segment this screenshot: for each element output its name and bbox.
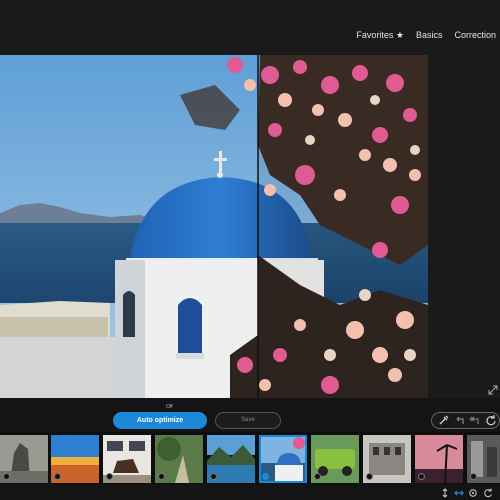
preset-hint-label: Off bbox=[166, 404, 173, 410]
select-toggle[interactable] bbox=[210, 473, 217, 480]
thumbnail[interactable] bbox=[0, 435, 48, 483]
thumbnail[interactable] bbox=[467, 435, 500, 483]
eyedropper-icon[interactable] bbox=[438, 414, 450, 426]
select-toggle[interactable] bbox=[106, 473, 113, 480]
rotate-icon[interactable] bbox=[483, 488, 493, 498]
undo-icon[interactable] bbox=[454, 414, 466, 426]
tab-basics[interactable]: Basics bbox=[410, 30, 449, 44]
top-bar: Favorites ★ Basics Correction bbox=[0, 0, 500, 55]
thumbnail[interactable] bbox=[51, 435, 99, 483]
adjustment-panel bbox=[428, 55, 500, 398]
auto-optimize-button[interactable]: Auto optimize bbox=[113, 412, 207, 429]
tab-favorites[interactable]: Favorites ★ bbox=[350, 30, 410, 44]
expand-icon[interactable] bbox=[488, 385, 498, 395]
thumbnail[interactable] bbox=[207, 435, 255, 483]
compare-icon[interactable] bbox=[454, 488, 464, 498]
select-toggle[interactable] bbox=[158, 473, 165, 480]
select-toggle[interactable] bbox=[314, 473, 321, 480]
select-toggle[interactable] bbox=[366, 473, 373, 480]
status-bar bbox=[0, 484, 500, 500]
save-button[interactable]: Save bbox=[215, 412, 281, 429]
select-toggle[interactable] bbox=[262, 473, 269, 480]
thumbnail-selected[interactable] bbox=[259, 435, 307, 483]
undo-all-icon[interactable] bbox=[469, 414, 481, 426]
thumbnail[interactable] bbox=[363, 435, 411, 483]
thumbnail[interactable] bbox=[311, 435, 359, 483]
edit-tabs: Favorites ★ Basics Correction bbox=[350, 30, 500, 44]
thumbnail[interactable] bbox=[155, 435, 203, 483]
photo-preview bbox=[0, 55, 428, 398]
thumbnail[interactable] bbox=[415, 435, 463, 483]
reset-icon[interactable] bbox=[485, 414, 497, 426]
select-toggle[interactable] bbox=[54, 473, 61, 480]
tab-correction[interactable]: Correction bbox=[448, 30, 500, 44]
select-toggle[interactable] bbox=[470, 473, 477, 480]
photo-viewer[interactable] bbox=[0, 55, 428, 398]
resize-vertical-icon[interactable] bbox=[440, 488, 450, 498]
select-toggle[interactable] bbox=[418, 473, 425, 480]
thumbnail[interactable] bbox=[103, 435, 151, 483]
select-toggle[interactable] bbox=[3, 473, 10, 480]
settings-icon[interactable] bbox=[468, 488, 478, 498]
